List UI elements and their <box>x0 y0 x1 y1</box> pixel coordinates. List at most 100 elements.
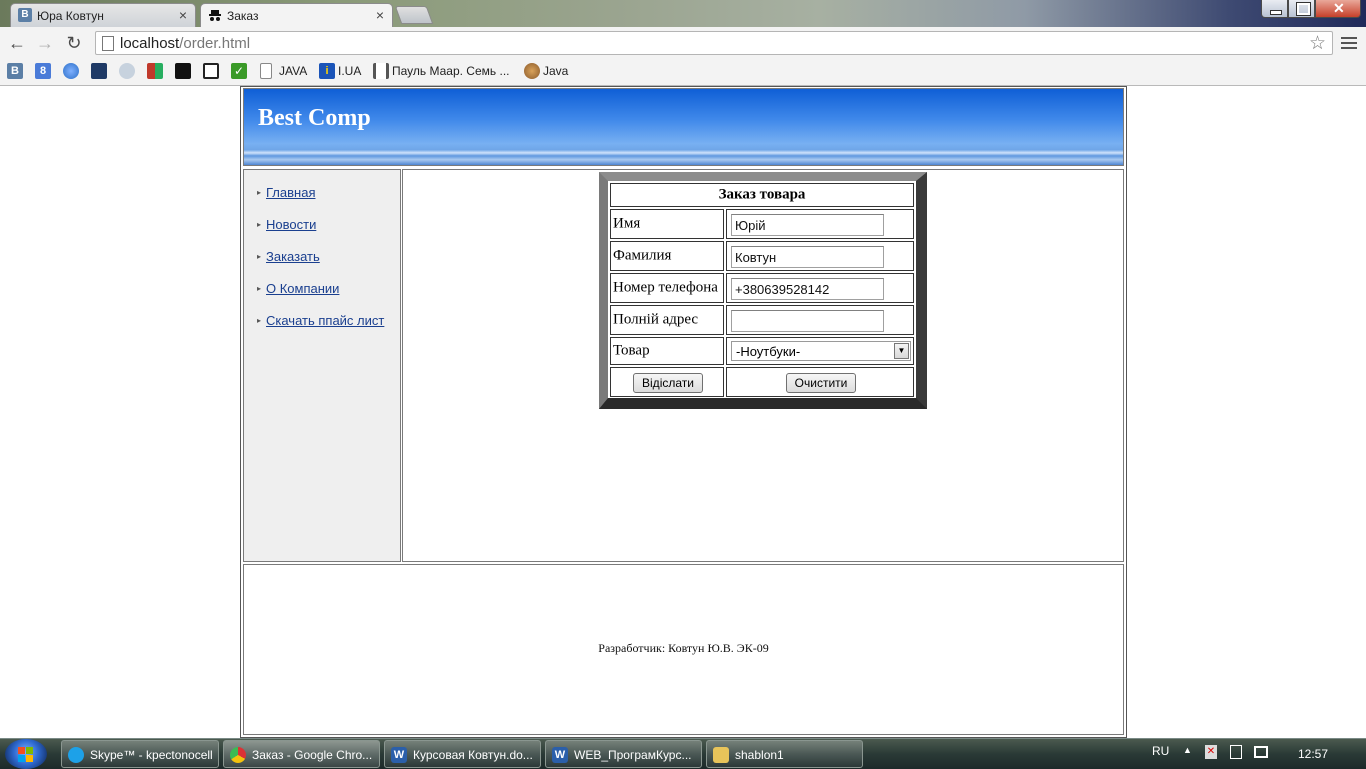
site-footer: Разработчик: Ковтун Ю.В. ЭК-09 <box>243 564 1124 735</box>
taskbar-item-word-coursework[interactable]: W Курсовая Ковтун.do... <box>384 740 541 768</box>
bookmarks-bar: В 8 ✓ JAVA i I.UA Пауль Маар. Семь ... Ja… <box>0 59 1366 86</box>
reset-button[interactable]: Очистити <box>786 373 856 393</box>
input-cell <box>726 273 914 303</box>
chrome-menu-icon[interactable] <box>1341 34 1357 50</box>
footer-developer-text: Разработчик: Ковтун Ю.В. ЭК-09 <box>598 641 769 655</box>
taskbar-item-skype[interactable]: Skype™ - kpectonocell <box>61 740 219 768</box>
label-cell: Номер телефона <box>610 273 724 303</box>
menu-link-order[interactable]: Заказать <box>266 249 320 264</box>
form-title: Заказ товара <box>718 186 806 203</box>
label-cell: Полній адрес <box>610 305 724 335</box>
menu-link-price-list[interactable]: Скачать ппайс лист <box>266 313 384 328</box>
reload-icon[interactable]: ↻ <box>63 32 85 54</box>
show-hidden-icons-icon[interactable]: ▲ <box>1183 745 1192 755</box>
skype-icon <box>68 747 84 763</box>
device-icon[interactable] <box>1230 745 1242 759</box>
address-label: Полній адрес <box>613 311 699 328</box>
spy-icon <box>209 10 221 21</box>
globe-icon <box>63 63 79 79</box>
new-tab-button[interactable] <box>394 6 434 24</box>
vk-icon: В <box>18 8 32 22</box>
menu-link-news[interactable]: Новости <box>266 217 316 232</box>
label-cell: Имя <box>610 209 724 239</box>
back-arrow-icon[interactable]: ← <box>6 32 28 54</box>
language-indicator[interactable]: RU <box>1152 744 1169 758</box>
menu-link-home[interactable]: Главная <box>266 185 315 200</box>
last-name-input[interactable] <box>731 246 884 268</box>
url-host: localhost <box>120 35 180 52</box>
site-title: Best Comp <box>258 105 371 131</box>
close-tab-icon[interactable]: × <box>376 7 384 23</box>
page-icon <box>260 63 272 79</box>
first-name-label: Имя <box>613 215 641 232</box>
chrome-icon <box>230 747 246 763</box>
network-icon[interactable] <box>1254 746 1268 758</box>
url-text: localhost/order.html <box>120 35 250 52</box>
product-label: Товар <box>613 342 650 359</box>
tab-label: Заказ <box>227 9 259 23</box>
vk-icon: В <box>7 63 23 79</box>
puzzle-icon <box>147 63 163 79</box>
label-cell: Фамилия <box>610 241 724 271</box>
button-cell: Очистити <box>726 367 914 397</box>
taskbar-item-label: Skype™ - kpectonocell <box>90 748 213 762</box>
close-window-button[interactable]: ✕ <box>1315 0 1361 18</box>
bookmark-label: JAVA <box>279 64 308 78</box>
cloud-icon <box>119 63 135 79</box>
start-button[interactable] <box>5 739 47 769</box>
minimize-button[interactable] <box>1261 0 1288 18</box>
taskbar-item-label: WEB_ПрограмКурс... <box>574 748 692 762</box>
tab-vk[interactable]: В Юра Ковтун × <box>10 3 196 27</box>
address-input[interactable] <box>731 310 884 332</box>
taskbar-item-word-web[interactable]: W WEB_ПрограмКурс... <box>545 740 702 768</box>
bullet-icon: ▸ <box>257 252 262 261</box>
input-cell <box>726 209 914 239</box>
first-name-input[interactable] <box>731 214 884 236</box>
close-icon: ✕ <box>1333 0 1345 16</box>
windows-logo-icon <box>26 747 33 754</box>
site-header: Best Comp <box>243 88 1124 166</box>
bookmark-label: Пауль Маар. Семь ... <box>392 64 510 78</box>
phone-input[interactable] <box>731 278 884 300</box>
word-icon: W <box>552 747 568 763</box>
taskbar-item-chrome[interactable]: Заказ - Google Chro... <box>223 740 380 768</box>
submit-button[interactable]: Відіслати <box>633 373 703 393</box>
bookmark-star-icon[interactable]: ☆ <box>1309 32 1326 55</box>
check-icon: ✓ <box>231 63 247 79</box>
bookmark-label: Java <box>543 64 569 78</box>
label-cell: Товар <box>610 337 724 365</box>
film-icon <box>175 63 191 79</box>
order-form: Заказ товара Имя Фамилия Номер телефона … <box>599 172 927 409</box>
taskbar-item-label: Заказ - Google Chro... <box>252 748 373 762</box>
action-center-icon[interactable]: ✕ <box>1205 745 1217 759</box>
taskbar-item-label: shablon1 <box>735 748 784 762</box>
coffee-icon <box>524 63 540 79</box>
input-cell <box>726 241 914 271</box>
taskbar-item-folder[interactable]: shablon1 <box>706 740 863 768</box>
button-cell: Відіслати <box>610 367 724 397</box>
google-icon: 8 <box>35 63 51 79</box>
library-icon <box>373 63 389 79</box>
minimize-icon <box>1270 10 1282 15</box>
clock-time[interactable]: 12:57 <box>1298 747 1328 761</box>
windows-logo-icon <box>26 755 33 762</box>
folder-icon <box>713 747 729 763</box>
forward-arrow-icon[interactable]: → <box>34 32 56 54</box>
mail-icon <box>203 63 219 79</box>
maximize-icon <box>1296 2 1311 16</box>
maximize-button[interactable] <box>1288 0 1315 18</box>
product-select[interactable]: -Ноутбуки- ▼ <box>731 341 911 361</box>
address-bar[interactable]: localhost/order.html ☆ <box>95 31 1333 55</box>
menu-link-about[interactable]: О Компании <box>266 281 339 296</box>
select-cell: -Ноутбуки- ▼ <box>726 337 914 365</box>
bullet-icon: ▸ <box>257 188 262 197</box>
close-tab-icon[interactable]: × <box>179 7 187 23</box>
bullet-icon: ▸ <box>257 220 262 229</box>
tab-strip: В Юра Ковтун × Заказ × ✕ <box>0 0 1366 27</box>
taskbar: Skype™ - kpectonocell Заказ - Google Chr… <box>0 738 1366 769</box>
bookmark-label: I.UA <box>338 64 362 78</box>
chevron-down-icon[interactable]: ▼ <box>894 343 909 359</box>
form-title-cell: Заказ товара <box>610 183 914 207</box>
url-path: /order.html <box>179 35 251 52</box>
tab-order[interactable]: Заказ × <box>200 3 393 27</box>
